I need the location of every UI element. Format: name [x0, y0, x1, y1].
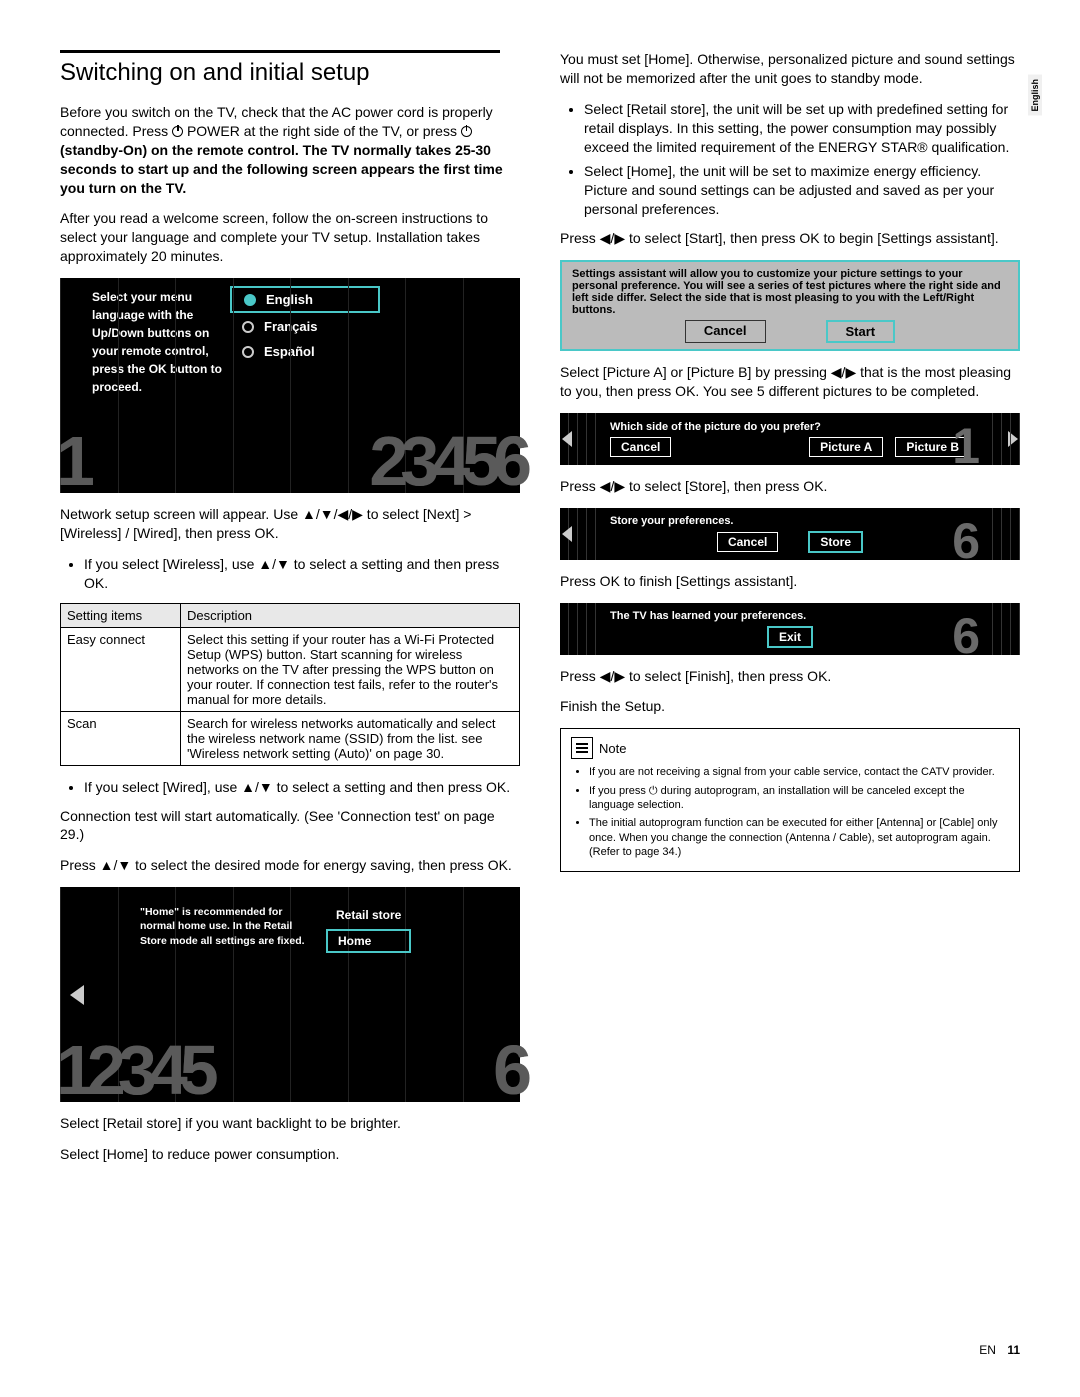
table-row: Scan Search for wireless networks automa…	[61, 711, 520, 765]
step-number-right: 23456	[369, 421, 524, 501]
page-footer: EN 11	[979, 1343, 1020, 1357]
cancel-button[interactable]: Cancel	[717, 532, 778, 552]
settings-assistant-text: Settings assistant will allow you to cus…	[572, 268, 1008, 316]
home-bullet: Select [Home], the unit will be set to m…	[584, 162, 1020, 219]
note-box: Note If you are not receiving a signal f…	[560, 728, 1020, 872]
picture-select-paragraph: Select [Picture A] or [Picture B] by pre…	[560, 363, 1020, 401]
note-icon	[571, 737, 593, 759]
intro-paragraph-2: After you read a welcome screen, follow …	[60, 209, 520, 266]
press-ok-finish: Press OK to finish [Settings assistant].	[560, 572, 1020, 591]
learned-preferences-osd: The TV has learned your preferences. Exi…	[560, 603, 1020, 655]
picture-prefer-osd: Which side of the picture do you prefer?…	[560, 413, 1020, 465]
step-number-right: 6	[493, 1030, 524, 1110]
power-icon	[461, 126, 472, 137]
store-button[interactable]: Store	[808, 531, 863, 553]
start-button[interactable]: Start	[826, 320, 896, 343]
footer-lang: EN	[979, 1343, 996, 1357]
lang-option-english[interactable]: English	[230, 286, 380, 313]
table-header-item: Setting items	[61, 603, 181, 627]
wired-bullet: If you select [Wired], use ▲/▼ to select…	[84, 778, 520, 797]
table-header-desc: Description	[181, 603, 520, 627]
lang-option-francais[interactable]: Français	[230, 315, 380, 338]
press-start: Press ◀/▶ to select [Start], then press …	[560, 229, 1020, 248]
exit-button[interactable]: Exit	[767, 626, 813, 648]
must-set-home: You must set [Home]. Otherwise, personal…	[560, 50, 1020, 88]
energy-mode-paragraph: Press ▲/▼ to select the desired mode for…	[60, 856, 520, 875]
press-finish: Press ◀/▶ to select [Finish], then press…	[560, 667, 1020, 686]
left-arrow-icon	[70, 985, 84, 1005]
step-number-left: 1	[56, 421, 87, 501]
store-preferences-osd: Store your preferences. Cancel Store 6	[560, 508, 1020, 560]
footer-page: 11	[1007, 1343, 1020, 1357]
home-note: Select [Home] to reduce power consumptio…	[60, 1145, 520, 1164]
left-arrow-icon	[562, 526, 572, 542]
network-paragraph: Network setup screen will appear. Use ▲/…	[60, 505, 520, 543]
note-item: If you press ⏻ during autoprogram, an in…	[589, 784, 1009, 813]
cancel-button[interactable]: Cancel	[610, 437, 671, 457]
page-heading: Switching on and initial setup	[60, 50, 500, 87]
mode-description: "Home" is recommended for normal home us…	[140, 905, 320, 953]
wireless-bullet: If you select [Wireless], use ▲/▼ to sel…	[84, 555, 520, 593]
mode-option-retail[interactable]: Retail store	[326, 905, 411, 925]
table-row: Easy connect Select this setting if your…	[61, 627, 520, 711]
lang-option-espanol[interactable]: Español	[230, 340, 380, 363]
language-tab: English	[1028, 75, 1042, 116]
press-store: Press ◀/▶ to select [Store], then press …	[560, 477, 1020, 496]
retail-note: Select [Retail store] if you want backli…	[60, 1114, 520, 1133]
step-number: 6	[952, 512, 980, 570]
power-icon	[172, 126, 183, 137]
note-label: Note	[599, 741, 626, 756]
step-number-left: 12345	[56, 1030, 211, 1110]
note-item: If you are not receiving a signal from y…	[589, 765, 1009, 779]
connection-test-paragraph: Connection test will start automatically…	[60, 807, 520, 845]
mode-option-home[interactable]: Home	[326, 929, 411, 953]
settings-assistant-box: Settings assistant will allow you to cus…	[560, 260, 1020, 351]
wireless-settings-table: Setting items Description Easy connect S…	[60, 603, 520, 766]
intro-paragraph-1: Before you switch on the TV, check that …	[60, 103, 520, 197]
retail-store-bullet: Select [Retail store], the unit will be …	[584, 100, 1020, 157]
picture-a-button[interactable]: Picture A	[809, 437, 883, 457]
step-number: 6	[952, 607, 980, 665]
mode-select-osd: "Home" is recommended for normal home us…	[60, 887, 520, 1102]
note-item: The initial autoprogram function can be …	[589, 816, 1009, 859]
cancel-button[interactable]: Cancel	[685, 320, 766, 343]
step-number: 1	[952, 417, 980, 475]
finish-setup: Finish the Setup.	[560, 697, 1020, 716]
language-select-osd: Select your menu language with the Up/Do…	[60, 278, 520, 493]
left-arrow-icon	[562, 431, 572, 447]
